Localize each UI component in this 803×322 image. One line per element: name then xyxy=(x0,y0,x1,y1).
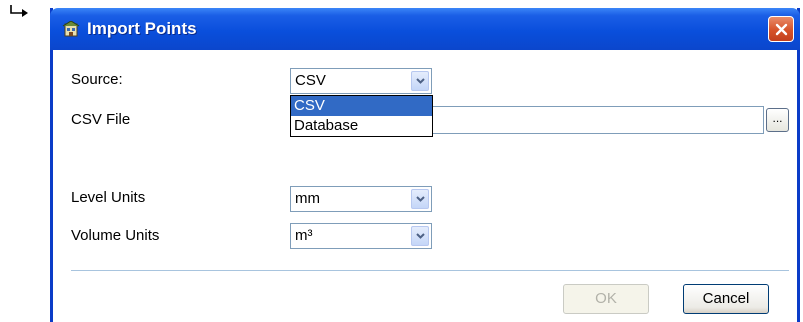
close-button[interactable] xyxy=(768,16,794,42)
cancel-button[interactable]: Cancel xyxy=(683,284,769,314)
level-units-dropdown-button[interactable] xyxy=(411,189,429,209)
level-units-label: Level Units xyxy=(71,189,146,206)
close-icon xyxy=(775,23,788,36)
chevron-down-icon xyxy=(416,78,425,84)
footer-separator xyxy=(71,270,789,271)
import-points-dialog: Import Points Source: CSV CSV File ... C… xyxy=(50,8,800,322)
volume-units-value: m³ xyxy=(295,227,313,244)
database-import-icon xyxy=(62,21,80,37)
volume-units-label: Volume Units xyxy=(71,227,160,244)
browse-button[interactable]: ... xyxy=(766,108,789,132)
source-dropdown-list: CSV Database xyxy=(290,95,433,137)
chevron-down-icon xyxy=(416,196,425,202)
arrow-pointer-icon xyxy=(10,5,28,17)
chevron-down-icon xyxy=(416,233,425,239)
level-units-select[interactable]: mm xyxy=(290,186,432,212)
source-dropdown-button[interactable] xyxy=(411,71,429,91)
csv-file-label: CSV File xyxy=(71,111,131,128)
title-bar[interactable]: Import Points xyxy=(50,8,800,50)
dialog-title: Import Points xyxy=(87,19,197,38)
ok-button[interactable]: OK xyxy=(563,284,649,314)
source-option-database[interactable]: Database xyxy=(291,116,432,136)
source-label: Source: xyxy=(71,71,123,88)
source-value: CSV xyxy=(295,72,326,89)
source-select[interactable]: CSV xyxy=(290,68,432,94)
level-units-value: mm xyxy=(295,190,320,207)
volume-units-dropdown-button[interactable] xyxy=(411,226,429,246)
source-option-csv[interactable]: CSV xyxy=(291,96,432,116)
volume-units-select[interactable]: m³ xyxy=(290,223,432,249)
